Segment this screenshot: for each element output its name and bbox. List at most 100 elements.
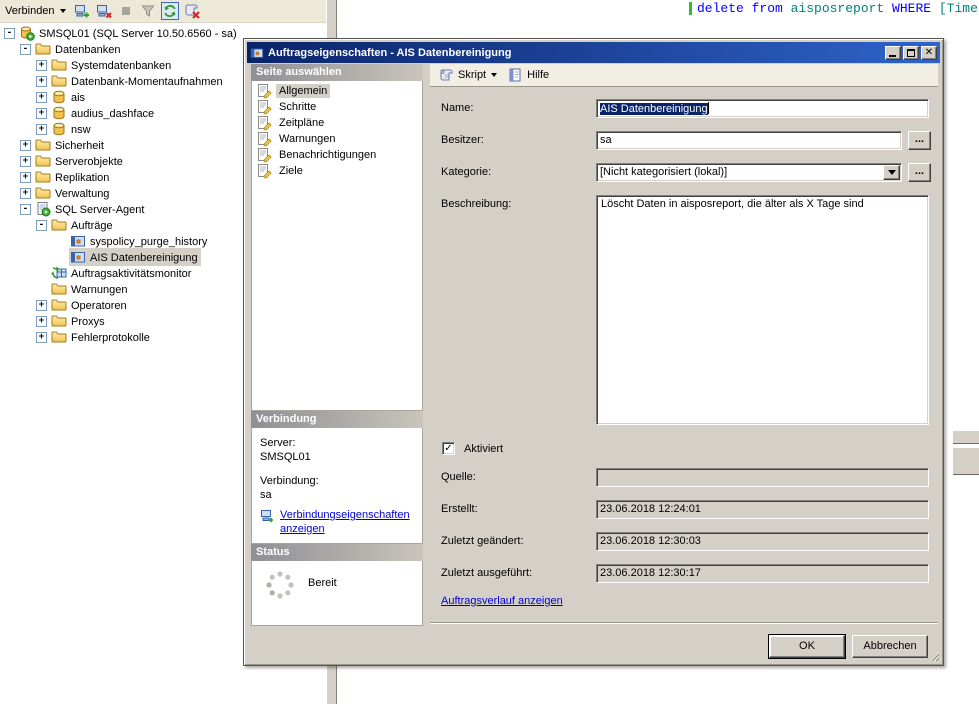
folder-icon — [51, 73, 67, 89]
script-error-icon[interactable] — [183, 2, 201, 20]
connection-label: Verbindung: — [260, 474, 416, 488]
owner-browse-button[interactable]: ... — [908, 131, 931, 150]
folder-icon — [51, 57, 67, 73]
script-button-label: Skript — [458, 69, 486, 81]
resize-grip[interactable] — [927, 649, 940, 662]
close-button[interactable]: ✕ — [921, 46, 937, 60]
tree-item-label: Datenbank-Momentaufnahmen — [71, 75, 223, 88]
category-browse-button[interactable]: ... — [908, 163, 931, 182]
sql-token: WHERE — [884, 1, 939, 16]
page-icon — [256, 99, 272, 115]
page-icon — [256, 147, 272, 163]
sql-statement: delete from aisposreport WHERE [Timestam… — [697, 1, 979, 16]
source-label: Quelle: — [441, 471, 476, 483]
expander-spacer — [55, 236, 66, 247]
expand-icon[interactable]: + — [36, 300, 47, 311]
maximize-button[interactable] — [903, 46, 919, 60]
refresh-icon[interactable] — [161, 2, 179, 20]
status-panel: Bereit — [251, 561, 423, 626]
cancel-button[interactable]: Abbrechen — [852, 635, 928, 658]
folder-icon — [35, 169, 51, 185]
folder-icon — [51, 297, 67, 313]
tree-item-label: Verwaltung — [55, 187, 109, 200]
folder-icon — [35, 41, 51, 57]
tree-item-label: Datenbanken — [55, 43, 120, 56]
expand-icon[interactable]: + — [20, 156, 31, 167]
connect-button-label: Verbinden — [5, 5, 55, 17]
page-item-benachrichtigungen[interactable]: Benachrichtigungen — [252, 147, 422, 163]
stop-icon — [117, 2, 135, 20]
database-icon — [51, 121, 67, 137]
dropdown-button[interactable] — [883, 165, 900, 180]
disconnect-server-icon[interactable] — [95, 2, 113, 20]
expand-icon[interactable]: + — [20, 172, 31, 183]
enabled-label: Aktiviert — [464, 443, 503, 455]
collapse-icon[interactable]: - — [20, 44, 31, 55]
last-executed-field: 23.06.2018 12:30:17 — [596, 564, 929, 583]
change-tracking-bar — [689, 2, 692, 15]
folder-icon — [51, 217, 67, 233]
description-label: Beschreibung: — [441, 198, 511, 210]
page-item-zeitplaene[interactable]: Zeitpläne — [252, 115, 422, 131]
folder-icon — [51, 329, 67, 345]
progress-spinner-icon — [264, 569, 296, 601]
collapse-icon[interactable]: - — [4, 28, 15, 39]
dialog-toolbar: Skript Hilfe — [430, 64, 938, 87]
expand-icon[interactable]: + — [36, 76, 47, 87]
page-list: Allgemein Schritte Zeitpläne Warnungen B… — [251, 81, 423, 411]
expand-icon[interactable]: + — [20, 188, 31, 199]
server-label: Server: — [260, 436, 416, 450]
view-connection-properties-link[interactable]: Verbindungseigenschaften anzeigen — [280, 508, 405, 536]
name-input[interactable]: AIS Datenbereinigung — [596, 99, 929, 118]
object-explorer-toolbar: Verbinden — [0, 0, 326, 23]
agent-icon — [35, 201, 51, 217]
text-caret — [708, 102, 709, 114]
tree-item-label: syspolicy_purge_history — [90, 235, 207, 248]
ok-button[interactable]: OK — [769, 635, 845, 658]
dialog-title: Auftragseigenschaften - AIS Datenbereini… — [268, 47, 883, 59]
page-select-header: Seite auswählen — [251, 64, 423, 81]
connection-properties-icon — [260, 508, 276, 524]
separator — [430, 622, 938, 624]
help-icon — [507, 67, 523, 83]
script-button[interactable]: Skript — [434, 65, 501, 85]
background-window-fragment — [953, 447, 979, 475]
help-button[interactable]: Hilfe — [503, 65, 553, 85]
tree-item-label: Sicherheit — [55, 139, 104, 152]
dialog-titlebar[interactable]: Auftragseigenschaften - AIS Datenbereini… — [247, 42, 940, 63]
enabled-checkbox[interactable]: ✓ — [442, 442, 455, 455]
page-item-label: Allgemein — [276, 84, 330, 98]
collapse-icon[interactable]: - — [36, 220, 47, 231]
connect-button[interactable]: Verbinden — [2, 3, 69, 19]
tree-item-label: ais — [71, 91, 85, 104]
sql-token: [Timestamp] — [939, 1, 979, 16]
expand-icon[interactable]: + — [36, 92, 47, 103]
expand-icon[interactable]: + — [36, 108, 47, 119]
category-value: [Nicht kategorisiert (lokal)] — [600, 166, 727, 178]
view-job-history-link[interactable]: Auftragsverlauf anzeigen — [441, 595, 563, 607]
minimize-button[interactable] — [885, 46, 901, 60]
expand-icon[interactable]: + — [36, 316, 47, 327]
page-item-label: Schritte — [276, 100, 319, 114]
connect-server-icon[interactable] — [73, 2, 91, 20]
help-button-label: Hilfe — [527, 69, 549, 81]
page-item-schritte[interactable]: Schritte — [252, 99, 422, 115]
expand-icon[interactable]: + — [36, 332, 47, 343]
page-item-allgemein[interactable]: Allgemein — [252, 83, 422, 99]
expand-icon[interactable]: + — [36, 124, 47, 135]
connection-panel: Server: SMSQL01 Verbindung: sa Verbindun… — [251, 428, 423, 544]
expand-icon[interactable]: + — [36, 60, 47, 71]
status-text: Bereit — [308, 577, 337, 589]
description-textarea[interactable]: Löscht Daten in aisposreport, die älter … — [596, 195, 929, 425]
owner-input[interactable]: sa — [596, 131, 902, 150]
tree-item-label: Warnungen — [71, 283, 127, 296]
page-item-warnungen[interactable]: Warnungen — [252, 131, 422, 147]
expander-spacer — [36, 268, 47, 279]
collapse-icon[interactable]: - — [20, 204, 31, 215]
sql-token: delete from — [697, 1, 791, 16]
page-item-ziele[interactable]: Ziele — [252, 163, 422, 179]
owner-label: Besitzer: — [441, 134, 484, 146]
page-icon — [256, 131, 272, 147]
category-dropdown[interactable]: [Nicht kategorisiert (lokal)] — [596, 163, 902, 182]
expand-icon[interactable]: + — [20, 140, 31, 151]
